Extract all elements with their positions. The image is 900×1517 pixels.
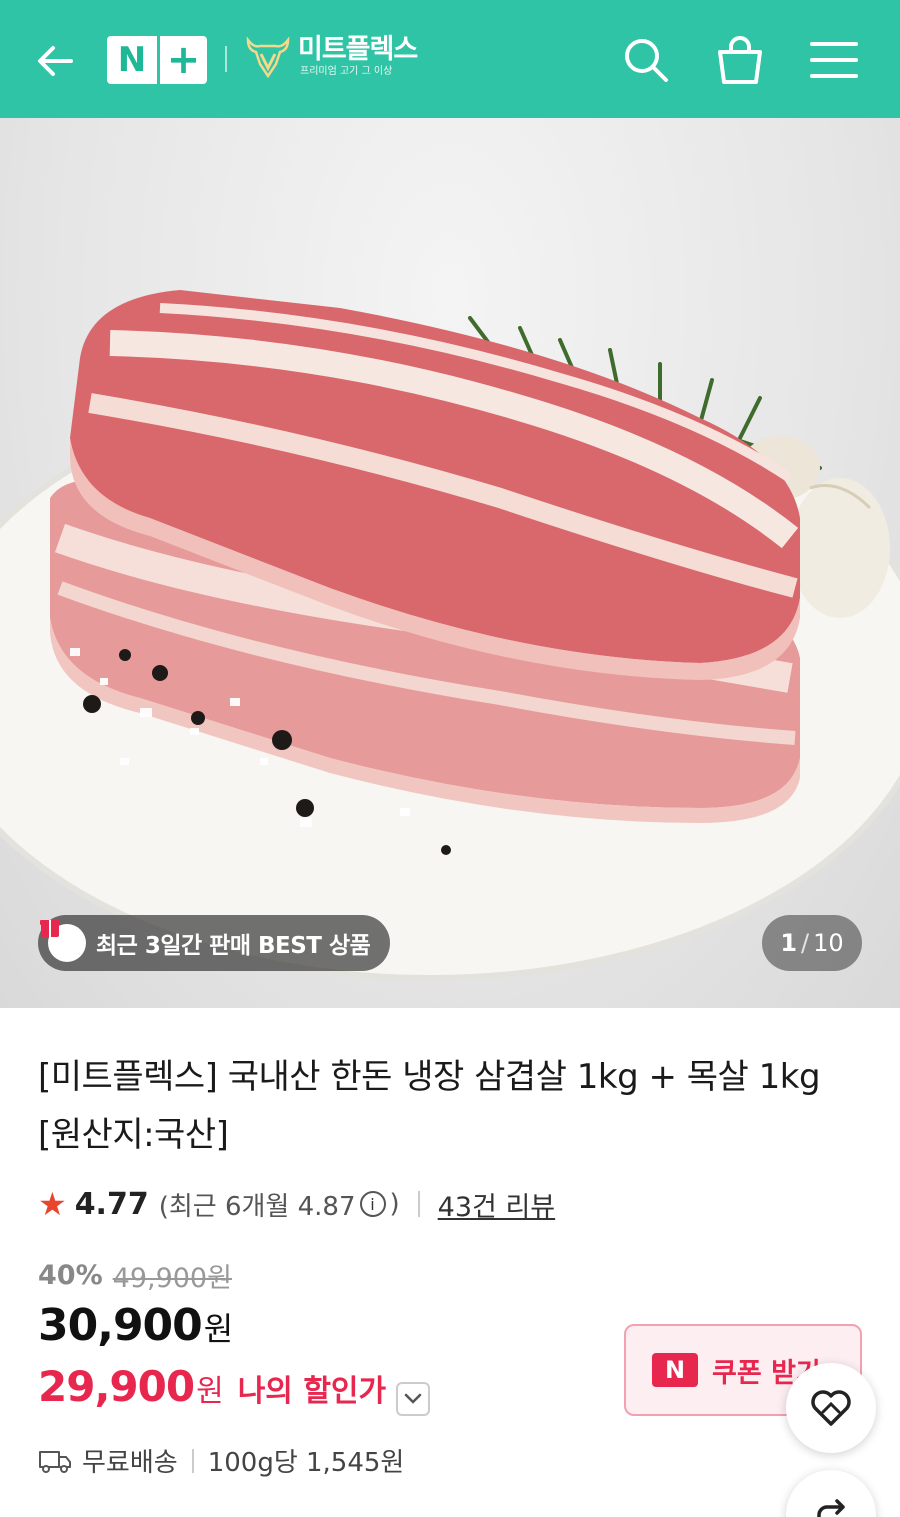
product-title: [미트플렉스] 국내산 한돈 냉장 삼겹살 1kg + 목살 1kg [원산지:… bbox=[38, 1057, 821, 1155]
image-counter: 1 / 10 bbox=[762, 915, 862, 971]
back-button[interactable] bbox=[30, 36, 80, 86]
info-icon[interactable]: i bbox=[359, 1191, 386, 1217]
like-button[interactable] bbox=[786, 1363, 876, 1453]
share-button[interactable] bbox=[786, 1470, 876, 1517]
sale-price-row: 30,900 원 bbox=[38, 1300, 233, 1351]
best-seller-badge: 최근 3일간 판매 BEST 상품 bbox=[38, 915, 391, 971]
product-image-gallery[interactable]: 최근 3일간 판매 BEST 상품 1 / 10 bbox=[0, 118, 900, 1008]
my-discount-label: 나의 할인가 bbox=[237, 1374, 387, 1409]
my-discount-price: 29,900 bbox=[38, 1362, 195, 1411]
expand-discount-button[interactable] bbox=[396, 1382, 431, 1416]
shipping-row: 무료배송 100g당 1,545원 bbox=[38, 1442, 404, 1479]
shipping-divider bbox=[191, 1448, 194, 1473]
brand-logo[interactable]: 미트플렉스 프리미엄 고기 그 이상 bbox=[244, 34, 418, 80]
rating-divider bbox=[417, 1191, 420, 1217]
gift-icon bbox=[40, 920, 86, 962]
app-header: N + 미트플렉스 프리미엄 고기 그 이상 bbox=[0, 0, 900, 118]
review-count-link[interactable]: 43건 리뷰 bbox=[438, 1185, 555, 1224]
discount-percent: 40% bbox=[38, 1260, 103, 1291]
rating-row: ★ 4.77 (최근 6개월 4.87 i ) 43건 리뷰 bbox=[38, 1182, 555, 1226]
product-photo bbox=[0, 290, 900, 981]
sale-price-unit: 원 bbox=[203, 1310, 234, 1348]
back-arrow-icon bbox=[38, 46, 73, 76]
recent-rating-close: ) bbox=[389, 1189, 400, 1219]
original-price: 49,900원 bbox=[112, 1263, 232, 1294]
star-icon: ★ bbox=[38, 1185, 67, 1223]
discount-row: 40% 49,900원 bbox=[38, 1256, 232, 1295]
image-counter-total: 10 bbox=[813, 929, 844, 957]
search-icon bbox=[625, 39, 668, 82]
header-divider bbox=[225, 46, 227, 72]
nplus-plus-sign: + bbox=[166, 37, 201, 83]
image-counter-slash: / bbox=[801, 929, 810, 957]
bull-logo-icon bbox=[246, 36, 290, 79]
naver-n-badge: N bbox=[652, 1353, 698, 1387]
my-discount-price-row: 29,900 원 나의 할인가 bbox=[38, 1362, 431, 1416]
sale-price: 30,900 bbox=[38, 1300, 203, 1351]
share-icon bbox=[817, 1499, 845, 1517]
free-shipping-label: 무료배송 bbox=[82, 1448, 178, 1478]
my-discount-price-unit: 원 bbox=[196, 1374, 224, 1409]
nplus-n-letter: N bbox=[117, 40, 147, 80]
hamburger-menu-icon bbox=[810, 42, 858, 78]
brand-tagline: 프리미엄 고기 그 이상 bbox=[300, 66, 393, 77]
rating-score: 4.77 bbox=[74, 1186, 149, 1222]
chevron-down-icon bbox=[404, 1393, 422, 1404]
search-button[interactable] bbox=[618, 30, 674, 90]
menu-button[interactable] bbox=[806, 30, 862, 90]
best-seller-text: 최근 3일간 판매 BEST 상품 bbox=[96, 933, 371, 959]
nplus-store-logo[interactable]: N + bbox=[107, 36, 207, 84]
cart-button[interactable] bbox=[712, 30, 768, 90]
brand-name: 미트플렉스 bbox=[298, 34, 418, 65]
truck-icon bbox=[39, 1450, 71, 1473]
unit-price: 100g당 1,545원 bbox=[207, 1448, 405, 1478]
recent-rating: (최근 6개월 4.87 bbox=[158, 1191, 356, 1222]
image-counter-current: 1 bbox=[780, 929, 798, 957]
heart-icon bbox=[811, 1390, 851, 1426]
shopping-basket-icon bbox=[718, 36, 762, 84]
